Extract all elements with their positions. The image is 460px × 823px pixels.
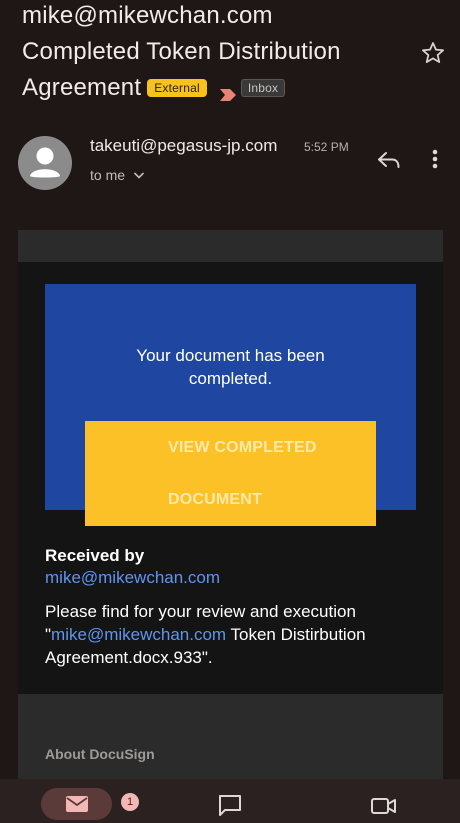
- body-text: Please find for your review and executio…: [45, 600, 425, 669]
- email-view: mike@mikewchan.com Completed Token Distr…: [0, 0, 460, 823]
- recipient-details-toggle[interactable]: to me: [90, 167, 147, 183]
- bottom-navigation: 1: [0, 779, 460, 823]
- importance-marker-icon[interactable]: [219, 81, 237, 101]
- about-docusign-heading: About DocuSign: [45, 746, 155, 762]
- panel-message: Your document has been completed.: [45, 344, 416, 390]
- received-by-label: Received by: [45, 546, 145, 565]
- received-by-email-link[interactable]: mike@mikewchan.com: [45, 568, 220, 588]
- inbox-label-chip[interactable]: Inbox: [240, 79, 286, 97]
- card-footer: About DocuSign: [18, 694, 443, 790]
- chat-icon[interactable]: [217, 793, 243, 817]
- subject-line-3-text: Agreement: [22, 74, 142, 101]
- nav-mail-tab[interactable]: 1: [41, 788, 139, 820]
- star-icon[interactable]: [420, 40, 446, 66]
- message-time: 5:52 PM: [304, 140, 349, 154]
- subject-line-3: Agreement External Inbox: [22, 74, 286, 102]
- card-header-bar: [18, 230, 443, 262]
- external-badge: External: [147, 79, 207, 97]
- video-camera-icon[interactable]: [370, 795, 398, 817]
- view-button-line1: VIEW COMPLETED: [168, 439, 317, 456]
- body-email-link[interactable]: mike@mikewchan.com: [51, 625, 226, 644]
- more-vert-icon[interactable]: [424, 145, 446, 175]
- subject-line-1: mike@mikewchan.com: [22, 2, 273, 29]
- panel-message-line1: Your document has been: [136, 346, 325, 365]
- email-content-card: Your document has been completed. VIEW C…: [18, 230, 443, 790]
- sender-email[interactable]: takeuti@pegasus-jp.com: [90, 136, 277, 156]
- to-me-label: to me: [90, 167, 126, 183]
- subject-line-2: Completed Token Distribution: [22, 38, 341, 65]
- panel-message-line2: completed.: [188, 369, 273, 388]
- view-completed-document-button[interactable]: VIEW COMPLETED DOCUMENT: [85, 421, 376, 526]
- mail-icon: [66, 796, 88, 812]
- view-button-line2: DOCUMENT: [168, 491, 263, 508]
- sender-avatar[interactable]: [18, 136, 72, 190]
- mail-unread-badge: 1: [121, 793, 139, 811]
- reply-icon[interactable]: [374, 145, 404, 175]
- person-icon: [30, 147, 60, 178]
- chevron-down-icon: [133, 172, 145, 179]
